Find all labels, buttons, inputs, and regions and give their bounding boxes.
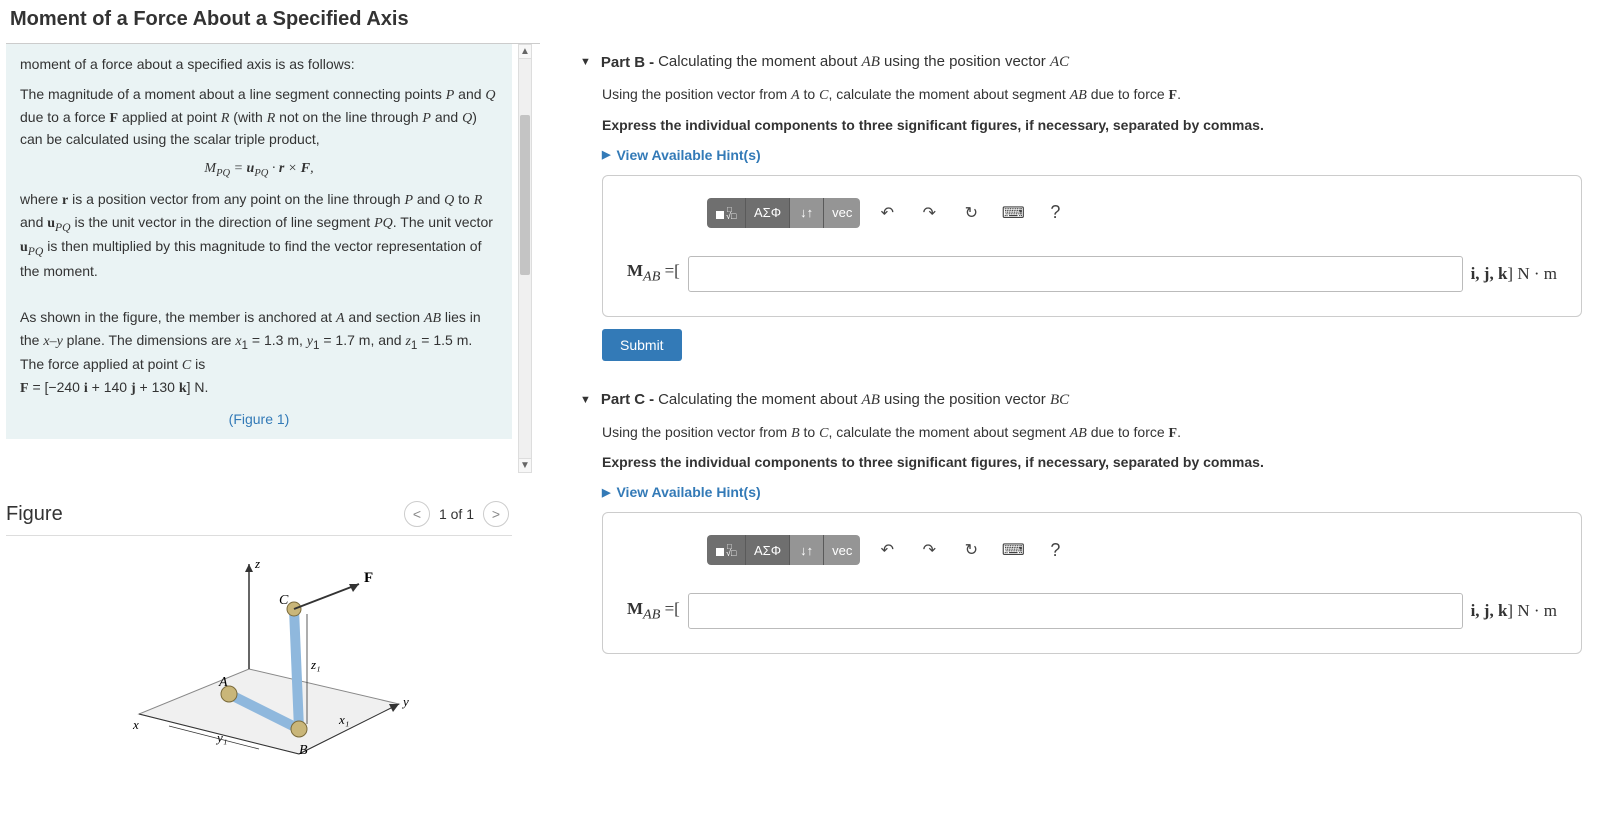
theory-p3: As shown in the figure, the member is an…: [20, 307, 498, 399]
arrows-icon: ↓↑: [800, 205, 813, 220]
theory-scroll-area: moment of a force about a specified axis…: [6, 43, 540, 473]
redo-icon: ↷: [923, 540, 936, 560]
svg-text:C: C: [279, 593, 289, 608]
svg-text:y₁: y₁: [215, 730, 227, 745]
theory-p1: The magnitude of a moment about a line s…: [20, 84, 498, 149]
reset-icon: ↻: [965, 203, 978, 223]
redo-icon: ↷: [923, 203, 936, 223]
svg-text:z: z: [254, 556, 260, 571]
part-c-answer-box: □√□ ΑΣΦ ↓↑ vec ↶ ↷ ↻ ⌨ ?: [602, 512, 1582, 654]
arrows-icon: ↓↑: [800, 543, 813, 558]
part-c-title: Calculating the moment about AB using th…: [658, 391, 1069, 409]
part-b-submit-button[interactable]: Submit: [602, 329, 682, 361]
reset-icon: ↻: [965, 540, 978, 560]
part-c-header[interactable]: ▼ Part C - Calculating the moment about …: [580, 391, 1582, 409]
templates-button[interactable]: □√□: [707, 198, 746, 228]
keyboard-button[interactable]: ⌨: [998, 535, 1028, 565]
figure-title: Figure: [6, 503, 401, 526]
templates-icon: □√□: [715, 205, 737, 221]
page-title: Moment of a Force About a Specified Axis: [0, 0, 1622, 43]
undo-icon: ↶: [881, 203, 894, 223]
help-button[interactable]: ?: [1040, 535, 1070, 565]
keyboard-icon: ⌨: [1002, 203, 1025, 223]
help-button[interactable]: ?: [1040, 198, 1070, 228]
part-b-title: Calculating the moment about AB using th…: [658, 53, 1069, 71]
undo-button[interactable]: ↶: [872, 535, 902, 565]
chevron-right-icon: >: [492, 506, 500, 522]
part-c-answer-suffix: i, j, k] N · m: [1471, 601, 1557, 621]
theory-line-top: moment of a force about a specified axis…: [20, 54, 498, 74]
chevron-left-icon: <: [413, 506, 421, 522]
greek-button[interactable]: ΑΣΦ: [746, 198, 790, 228]
scroll-up-icon[interactable]: ▲: [519, 45, 531, 59]
figure-next-button[interactable]: >: [483, 501, 509, 527]
part-b-toolbar: □√□ ΑΣΦ ↓↑ vec ↶ ↷ ↻ ⌨ ?: [707, 198, 1557, 228]
scroll-down-icon[interactable]: ▼: [519, 458, 531, 472]
figure-prev-button[interactable]: <: [404, 501, 430, 527]
greek-button[interactable]: ΑΣΦ: [746, 535, 790, 565]
svg-text:√□: √□: [726, 548, 737, 558]
vec-button[interactable]: vec: [824, 535, 860, 565]
figure-body: z x y F: [6, 536, 512, 764]
svg-text:F: F: [364, 570, 373, 586]
svg-text:x: x: [132, 717, 139, 732]
part-b-instruction: Express the individual components to thr…: [602, 116, 1582, 136]
scrollbar[interactable]: ▲ ▼: [518, 44, 532, 473]
caret-right-icon: ▶: [602, 486, 610, 499]
caret-down-icon: ▼: [580, 394, 591, 406]
caret-down-icon: ▼: [580, 56, 591, 68]
redo-button[interactable]: ↷: [914, 198, 944, 228]
figure-diagram: z x y F: [99, 554, 419, 764]
svg-text:z₁: z₁: [310, 657, 321, 672]
caret-right-icon: ▶: [602, 148, 610, 161]
part-c-description: Using the position vector from B to C, c…: [602, 423, 1582, 444]
part-b-hints-toggle[interactable]: ▶ View Available Hint(s): [602, 147, 761, 163]
figure-section: Figure < 1 of 1 > z x y: [6, 493, 540, 764]
templates-button[interactable]: □√□: [707, 535, 746, 565]
part-b-label: Part B: [601, 54, 645, 71]
part-c-answer-input[interactable]: [688, 593, 1463, 629]
part-b-answer-suffix: i, j, k] N · m: [1471, 264, 1557, 284]
subscript-button[interactable]: ↓↑: [790, 198, 824, 228]
svg-text:A: A: [218, 675, 228, 690]
svg-text:B: B: [299, 743, 308, 758]
equation-mpq: MPQ = uPQ · r × F,: [20, 159, 498, 181]
undo-icon: ↶: [881, 540, 894, 560]
right-column: ▼ Part B - Calculating the moment about …: [540, 43, 1622, 764]
templates-icon: □√□: [715, 542, 737, 558]
part-b-answer-input[interactable]: [688, 256, 1463, 292]
vec-button[interactable]: vec: [824, 198, 860, 228]
part-b-header[interactable]: ▼ Part B - Calculating the moment about …: [580, 53, 1582, 71]
part-b-answer-prefix: MAB =[: [627, 261, 680, 285]
part-b-description: Using the position vector from A to C, c…: [602, 85, 1582, 106]
svg-text:y: y: [401, 694, 409, 709]
undo-button[interactable]: ↶: [872, 198, 902, 228]
part-c-hints-toggle[interactable]: ▶ View Available Hint(s): [602, 484, 761, 500]
scroll-thumb[interactable]: [520, 115, 530, 275]
part-c-instruction: Express the individual components to thr…: [602, 453, 1582, 473]
part-b: ▼ Part B - Calculating the moment about …: [580, 53, 1582, 361]
part-b-answer-box: □√□ ΑΣΦ ↓↑ vec ↶ ↷ ↻ ⌨ ?: [602, 175, 1582, 317]
part-c: ▼ Part C - Calculating the moment about …: [580, 391, 1582, 655]
theory-panel: moment of a force about a specified axis…: [6, 44, 512, 439]
keyboard-button[interactable]: ⌨: [998, 198, 1028, 228]
svg-text:x₁: x₁: [338, 712, 349, 727]
part-c-toolbar: □√□ ΑΣΦ ↓↑ vec ↶ ↷ ↻ ⌨ ?: [707, 535, 1557, 565]
subscript-button[interactable]: ↓↑: [790, 535, 824, 565]
keyboard-icon: ⌨: [1002, 540, 1025, 560]
part-c-answer-prefix: MAB =[: [627, 599, 680, 623]
figure-link[interactable]: (Figure 1): [20, 409, 498, 429]
svg-text:√□: √□: [726, 211, 737, 221]
left-column: moment of a force about a specified axis…: [0, 43, 540, 764]
theory-p2: where r is a position vector from any po…: [20, 189, 498, 281]
part-c-label: Part C: [601, 391, 645, 408]
figure-pager: 1 of 1: [439, 506, 474, 522]
redo-button[interactable]: ↷: [914, 535, 944, 565]
reset-button[interactable]: ↻: [956, 198, 986, 228]
reset-button[interactable]: ↻: [956, 535, 986, 565]
